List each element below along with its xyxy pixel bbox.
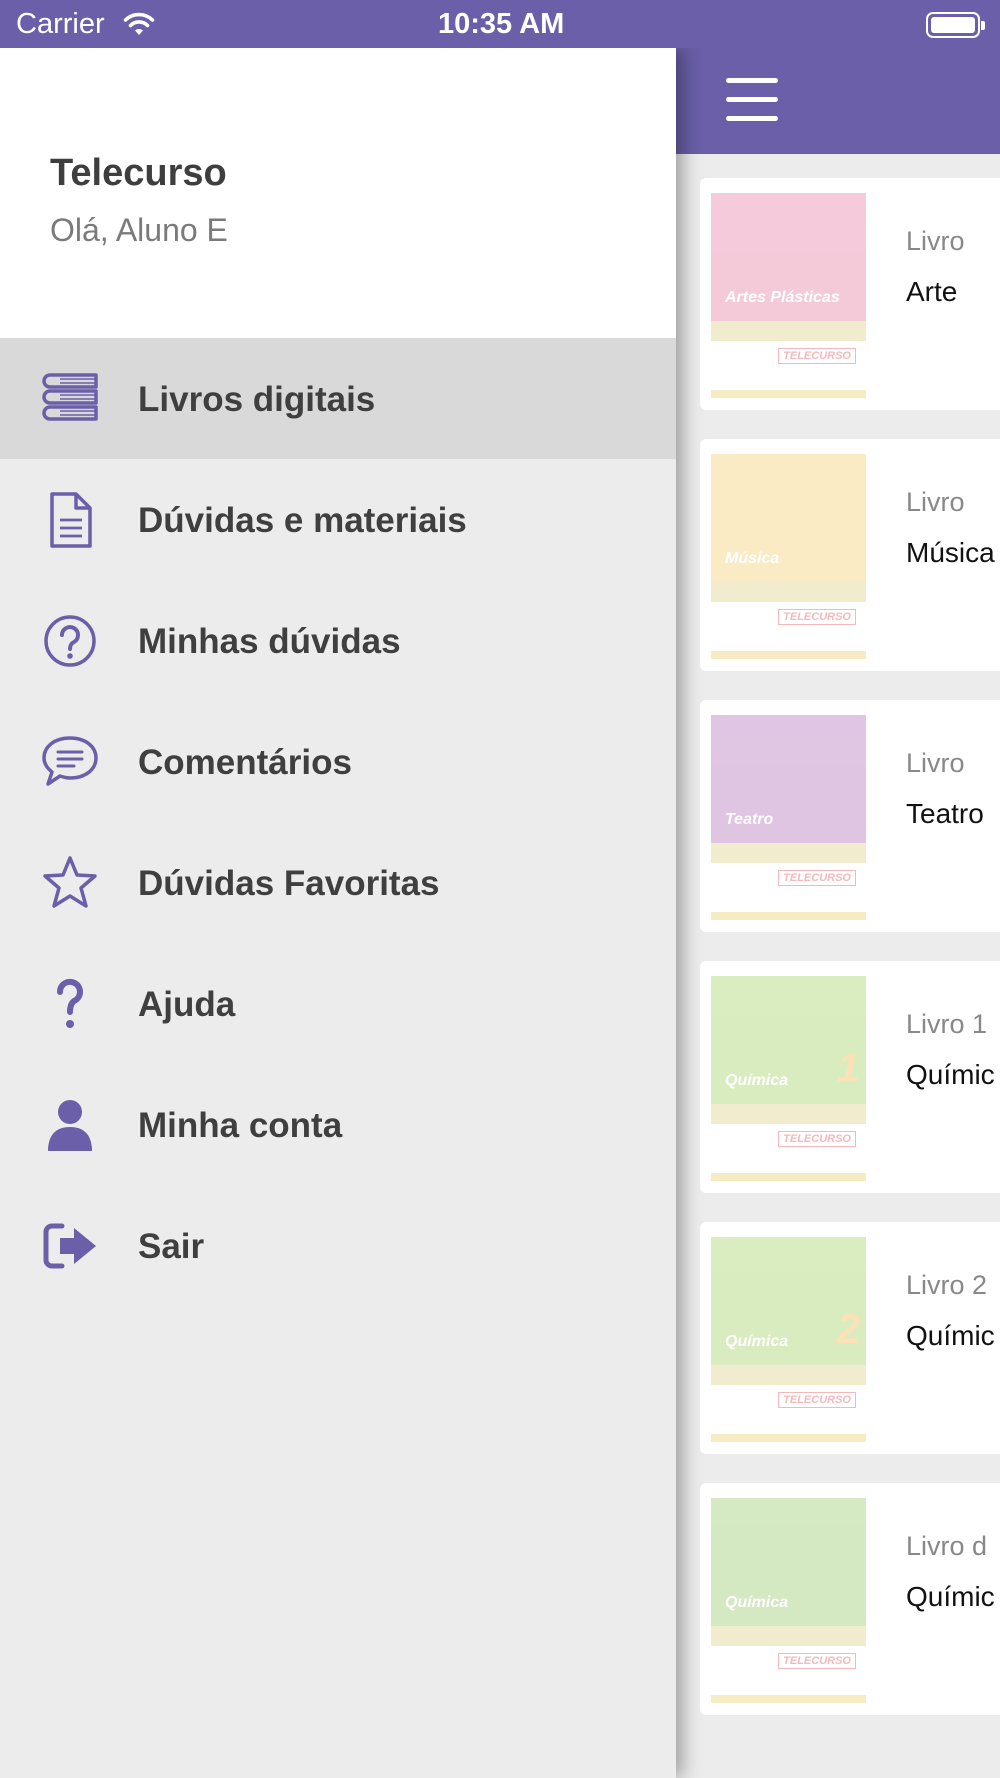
navigation-drawer: Telecurso Olá, Aluno E Livros digitais D… (0, 48, 676, 1778)
drawer-item-0[interactable]: Livros digitais (0, 338, 676, 459)
status-bar: Carrier 10:35 AM (0, 0, 1000, 48)
user-greeting: Olá, Aluno E (50, 212, 228, 248)
book-cover-image: Artes Plásticas TELECURSO (711, 193, 866, 398)
wifi-icon (123, 12, 155, 35)
book-kind: Livro 2 (906, 1270, 988, 1300)
book-title: Teatro (906, 798, 984, 829)
book-title: Químic (906, 1581, 995, 1612)
book-kind: Livro 1 (906, 1009, 988, 1039)
document-icon (40, 492, 100, 548)
drawer-item-7[interactable]: Sair (0, 1185, 676, 1306)
cover-volume-number: 2 (836, 1305, 860, 1352)
cover-title: Química (725, 1072, 789, 1089)
drawer-item-label: Ajuda (138, 985, 236, 1024)
clock: 10:35 AM (438, 8, 565, 40)
books-icon (40, 371, 100, 427)
book-kind: Livro d (906, 1531, 988, 1561)
book-cover-image: Química TELECURSO 1 (711, 976, 866, 1181)
drawer-item-label: Minha conta (138, 1106, 343, 1145)
drawer-menu: Livros digitais Dúvidas e materiais Minh… (0, 338, 676, 1306)
drawer-item-6[interactable]: Minha conta (0, 1064, 676, 1185)
book-title: Arte (906, 276, 958, 307)
drawer-header: Telecurso Olá, Aluno E (0, 48, 676, 338)
comment-icon (40, 734, 100, 790)
book-card[interactable]: Química TELECURSO 1 Livro 1 Químic (700, 961, 1000, 1193)
book-card[interactable]: Teatro TELECURSO Livro Teatro (700, 700, 1000, 932)
books-screen: Artes Plásticas TELECURSO Livro Arte Música T… (676, 0, 1000, 1778)
telecurso-logo: TELECURSO (778, 1131, 856, 1147)
battery-icon (926, 12, 985, 38)
user-icon (40, 1097, 100, 1153)
book-cover-image: Teatro TELECURSO (711, 715, 866, 920)
drawer-item-label: Dúvidas e materiais (138, 501, 467, 540)
star-icon (40, 855, 100, 911)
book-title: Químic (906, 1059, 995, 1090)
drawer-item-label: Sair (138, 1227, 205, 1266)
book-cover-image: Química TELECURSO (711, 1498, 866, 1703)
book-card[interactable]: Artes Plásticas TELECURSO Livro Arte (700, 178, 1000, 410)
book-kind: Livro (906, 226, 965, 256)
question-mark-icon (40, 976, 100, 1032)
carrier-label: Carrier (16, 8, 105, 40)
book-title: Música (906, 537, 995, 568)
cover-title: Artes Plásticas (725, 289, 840, 306)
telecurso-logo: TELECURSO (778, 1392, 856, 1408)
sign-out-icon (40, 1218, 100, 1274)
telecurso-logo: TELECURSO (778, 870, 856, 886)
question-circle-icon (40, 613, 100, 669)
hamburger-menu-icon[interactable] (726, 78, 778, 121)
book-cover-image: Música TELECURSO (711, 454, 866, 659)
book-card[interactable]: Música TELECURSO Livro Música (700, 439, 1000, 671)
drawer-item-4[interactable]: Dúvidas Favoritas (0, 822, 676, 943)
book-list: Artes Plásticas TELECURSO Livro Arte Música T… (700, 178, 1000, 1744)
telecurso-logo: TELECURSO (778, 1653, 856, 1669)
drawer-item-label: Livros digitais (138, 380, 376, 419)
telecurso-logo: TELECURSO (778, 609, 856, 625)
drawer-item-3[interactable]: Comentários (0, 701, 676, 822)
cover-title: Química (725, 1333, 789, 1350)
telecurso-logo: TELECURSO (778, 348, 856, 364)
book-card[interactable]: Química TELECURSO 2 Livro 2 Químic (700, 1222, 1000, 1454)
cover-title: Música (725, 550, 780, 567)
book-title: Químic (906, 1320, 995, 1351)
book-kind: Livro (906, 487, 965, 517)
cover-volume-number: 1 (836, 1044, 860, 1091)
book-kind: Livro (906, 748, 965, 778)
cover-title: Química (725, 1594, 789, 1611)
book-card[interactable]: Química TELECURSO Livro d Químic (700, 1483, 1000, 1715)
drawer-item-label: Minhas dúvidas (138, 622, 401, 661)
cover-title: Teatro (725, 811, 774, 828)
drawer-item-label: Dúvidas Favoritas (138, 864, 440, 903)
drawer-item-5[interactable]: Ajuda (0, 943, 676, 1064)
app-screen: Carrier 10:35 AM Artes Plásticas TELECURS… (0, 0, 1000, 1778)
drawer-item-2[interactable]: Minhas dúvidas (0, 580, 676, 701)
drawer-item-label: Comentários (138, 743, 352, 782)
book-cover-image: Química TELECURSO 2 (711, 1237, 866, 1442)
drawer-item-1[interactable]: Dúvidas e materiais (0, 459, 676, 580)
app-name: Telecurso (50, 152, 227, 194)
